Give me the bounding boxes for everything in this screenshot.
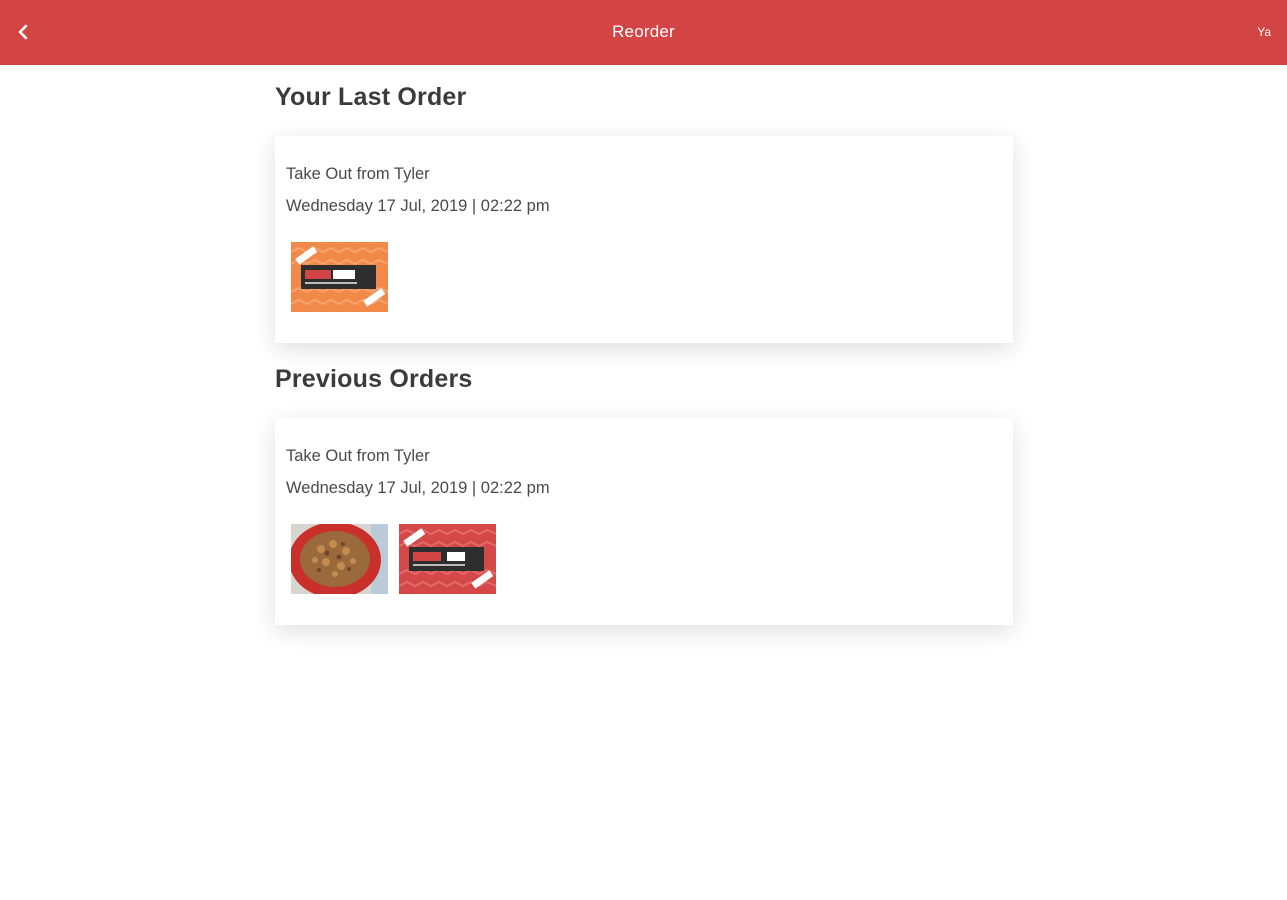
item-thumbnail-food-photo[interactable] [291,524,388,594]
last-order-card[interactable]: Take Out from Tyler Wednesday 17 Jul, 20… [275,136,1013,343]
user-initials[interactable]: Ya [1257,25,1271,39]
previous-orders-heading: Previous Orders [275,365,473,393]
last-order-heading: Your Last Order [275,83,467,111]
previous-order-card[interactable]: Take Out from Tyler Wednesday 17 Jul, 20… [275,418,1013,625]
item-thumbnail-family-pack[interactable] [291,242,388,312]
order-type-label: Take Out from Tyler [286,447,430,465]
order-items [291,524,496,594]
page-title: Reorder [612,22,675,41]
order-items [291,242,388,312]
top-app-bar: Reorder Ya [0,0,1287,65]
order-type-label: Take Out from Tyler [286,165,430,183]
order-date: Wednesday 17 Jul, 2019 | 02:22 pm [286,479,550,497]
item-thumbnail-box[interactable] [399,524,496,594]
order-date: Wednesday 17 Jul, 2019 | 02:22 pm [286,197,550,215]
